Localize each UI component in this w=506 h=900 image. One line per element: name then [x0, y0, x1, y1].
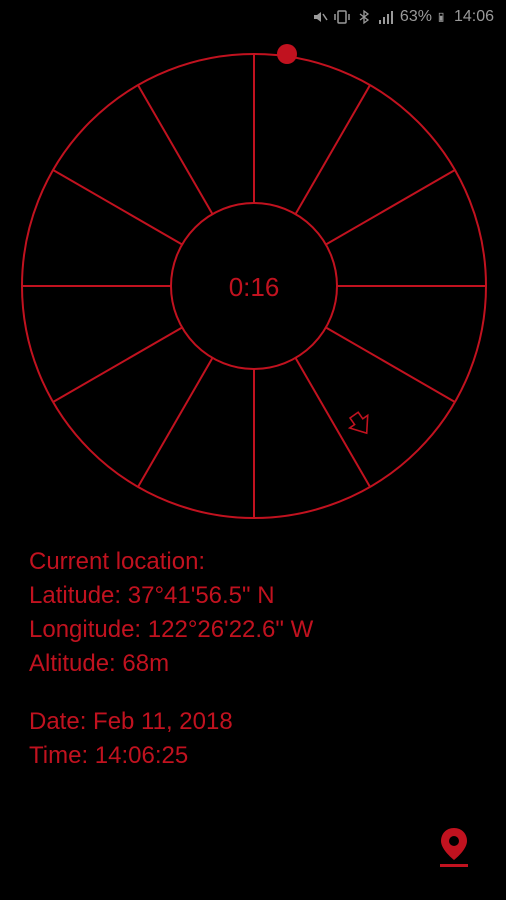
dial-spoke [325, 326, 456, 403]
dial-spoke [325, 169, 456, 246]
date-text: Date: Feb 11, 2018 [29, 708, 233, 735]
latitude-text: Latitude: 37°41'56.5" N [29, 582, 275, 609]
timer-dial[interactable]: 0:16 [0, 0, 506, 560]
dial-spoke [137, 357, 214, 488]
altitude-text: Altitude: 68m [29, 650, 170, 677]
progress-marker[interactable] [277, 44, 297, 64]
location-info: Current location: Latitude: 37°41'56.5" … [29, 545, 313, 681]
dial-spoke [294, 357, 371, 488]
location-heading: Current location: [29, 548, 206, 575]
datetime-info: Date: Feb 11, 2018 Time: 14:06:25 [29, 705, 233, 773]
timer-display: 0:16 [229, 272, 280, 302]
dial-spoke [294, 84, 371, 215]
dial-spoke [137, 84, 214, 215]
location-pin-icon[interactable] [437, 826, 471, 870]
time-text: Time: 14:06:25 [29, 742, 189, 769]
longitude-text: Longitude: 122°26'22.6" W [29, 616, 314, 643]
dial-spoke [52, 326, 183, 403]
pointer-hand-icon [347, 411, 369, 435]
dial-spoke [52, 169, 183, 246]
